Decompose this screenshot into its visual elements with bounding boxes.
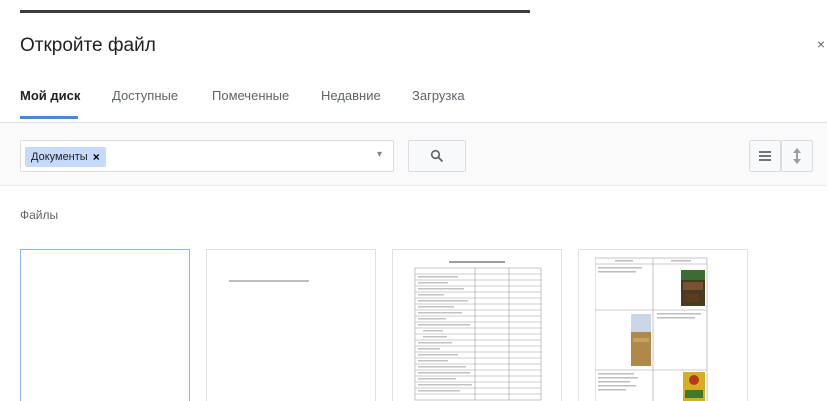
photo-document-thumbnail: [595, 257, 708, 401]
caret-down-icon[interactable]: ▾: [377, 149, 382, 160]
file-card-3[interactable]: [392, 249, 562, 401]
chip-remove-icon[interactable]: ×: [93, 147, 100, 167]
dialog-title: Откройте файл: [20, 35, 156, 56]
sort-icon: [793, 148, 801, 164]
tab-my-drive[interactable]: Мой диск: [20, 88, 80, 103]
tab-bar: Мой диск Доступные Помеченные Недавние З…: [0, 78, 827, 122]
filter-chip-documents[interactable]: Документы ×: [25, 147, 106, 167]
sort-button[interactable]: [781, 140, 813, 172]
files-section-heading: Файлы: [20, 208, 59, 222]
tab-recent[interactable]: Недавние: [321, 88, 381, 103]
list-view-button[interactable]: [749, 140, 781, 172]
close-button[interactable]: ×: [817, 36, 825, 52]
toolbar-divider: [0, 185, 827, 186]
active-tab-indicator: [20, 116, 78, 119]
table-document-thumbnail: [414, 261, 542, 401]
file-card-2[interactable]: [206, 249, 376, 401]
search-button[interactable]: [408, 140, 466, 172]
list-view-icon: [759, 151, 771, 161]
search-input[interactable]: Документы × ▾: [20, 140, 394, 172]
search-icon: [430, 149, 444, 163]
tab-upload[interactable]: Загрузка: [412, 88, 465, 103]
filter-chip-label: Документы: [31, 151, 88, 163]
file-card-4[interactable]: [578, 249, 748, 401]
file-card-1[interactable]: [20, 249, 190, 401]
top-edge-bar: [20, 10, 530, 13]
tab-shared[interactable]: Доступные: [112, 88, 178, 103]
document-thumbnail-text: [229, 280, 309, 282]
tab-starred[interactable]: Помеченные: [212, 88, 289, 103]
